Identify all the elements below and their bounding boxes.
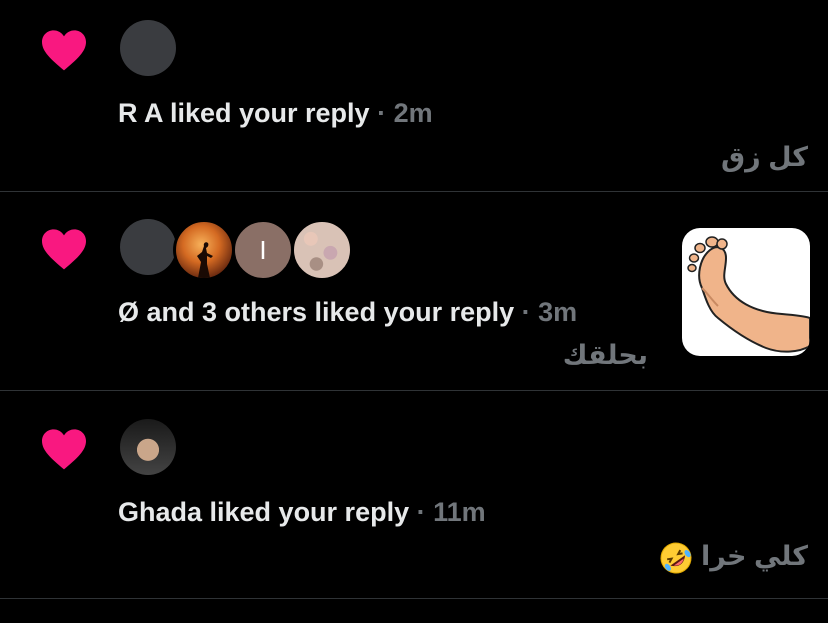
- heart-icon: [42, 30, 86, 71]
- timestamp: 3m: [538, 297, 578, 327]
- avatar[interactable]: I: [232, 219, 294, 281]
- notification-item[interactable]: I Ø and 3 others liked your reply · 3m ب…: [0, 192, 828, 390]
- avatar[interactable]: [120, 419, 176, 475]
- heart-icon: [42, 229, 86, 270]
- reply-snippet: بحلقك: [562, 340, 648, 370]
- foot-sticker-image: [687, 236, 810, 353]
- avatar-letter: I: [259, 234, 267, 265]
- notification-item[interactable]: R A liked your reply · 2m كل زق: [0, 0, 828, 191]
- reply-snippet: كلي خرا: [659, 541, 808, 575]
- timestamp: 2m: [393, 98, 433, 128]
- separator: ·: [416, 497, 426, 527]
- divider: [0, 598, 828, 599]
- avatar[interactable]: [173, 219, 235, 281]
- reply-snippet-text: كلي خرا: [700, 541, 808, 572]
- rolling-on-floor-laughing-emoji: [660, 542, 692, 574]
- reply-thumbnail[interactable]: [682, 228, 810, 356]
- avatar[interactable]: [120, 219, 176, 275]
- notification-text: Ø and 3 others liked your reply · 3m: [118, 297, 577, 328]
- silhouette-icon: [197, 242, 213, 278]
- avatar[interactable]: [291, 219, 353, 281]
- avatar-stack: [120, 20, 176, 76]
- timestamp: 11m: [433, 497, 486, 527]
- actor-text: Ghada liked your reply: [118, 497, 410, 527]
- notification-item[interactable]: Ghada liked your reply · 11m كلي خرا: [0, 391, 828, 598]
- actor-text: R A liked your reply: [118, 98, 370, 128]
- separator: ·: [521, 297, 531, 327]
- avatar-stack: [120, 419, 176, 475]
- notification-text: R A liked your reply · 2m: [118, 98, 433, 129]
- avatar[interactable]: [120, 20, 176, 76]
- actor-text: Ø and 3 others liked your reply: [118, 297, 515, 327]
- reply-snippet: كل زق: [721, 142, 808, 172]
- separator: ·: [377, 98, 387, 128]
- avatar-stack: I: [120, 219, 353, 281]
- heart-icon: [42, 429, 86, 470]
- notification-text: Ghada liked your reply · 11m: [118, 497, 486, 528]
